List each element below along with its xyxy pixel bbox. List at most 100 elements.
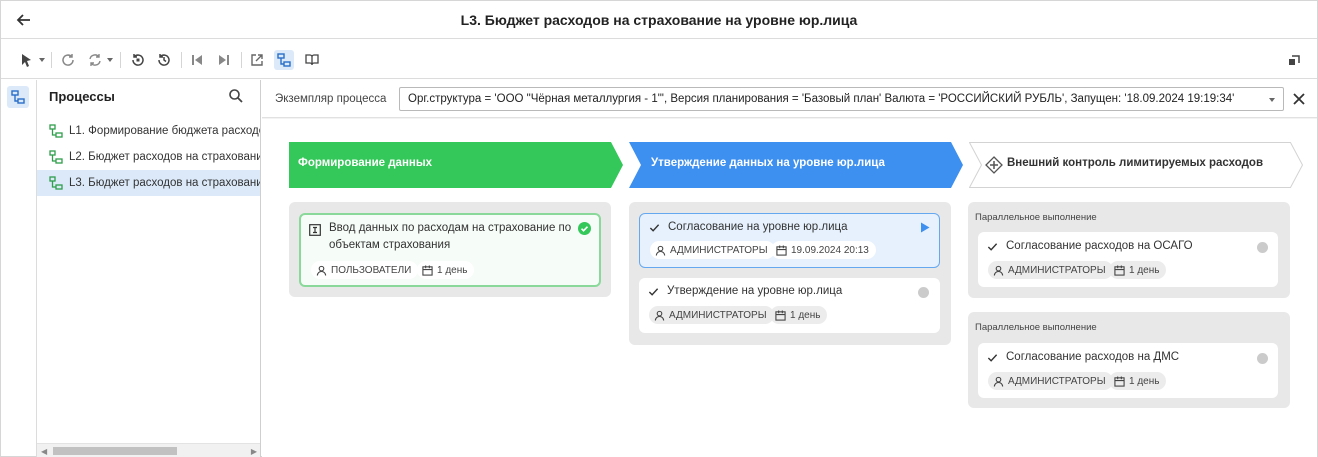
toolbar-divider <box>120 52 121 68</box>
scrollbar-thumb[interactable] <box>53 447 177 455</box>
instance-label: Экземпляр процесса <box>275 93 387 105</box>
task-card-input-data[interactable]: Ввод данных по расходам на страхование п… <box>299 213 601 287</box>
parallel-group-2: Параллельное выполнение Согласование рас… <box>968 312 1290 408</box>
stage-header-1[interactable]: Формирование данных <box>289 142 623 188</box>
pointer-dropdown-caret[interactable] <box>39 58 45 62</box>
instance-select-value: Орг.структура = 'ООО "Чёрная металлургия… <box>408 93 1235 105</box>
form-icon <box>309 224 321 236</box>
duration-text: 1 день <box>790 309 821 321</box>
app-window: L3. Бюджет расходов на страхование на ур… <box>0 0 1318 457</box>
process-list: L1. Формирование бюджета расходов на стр… <box>37 118 261 196</box>
step-forward-button[interactable] <box>214 50 234 70</box>
duration-text: 1 день <box>437 264 468 276</box>
user-icon <box>655 245 666 256</box>
stage-label: Формирование данных <box>298 157 433 169</box>
task-card-approval-legal[interactable]: Согласование на уровне юр.лица АДМИНИСТР… <box>639 213 940 268</box>
role-chip: ПОЛЬЗОВАТЕЛИ <box>311 261 419 279</box>
book-icon <box>305 54 319 66</box>
refresh-button[interactable] <box>58 50 78 70</box>
stage-label: Внешний контроль лимитируемых расходов <box>1007 157 1264 169</box>
sync-button[interactable] <box>85 50 105 70</box>
main-area: Экземпляр процесса Орг.структура = 'ООО … <box>262 80 1317 457</box>
task-title: Утверждение на уровне юр.лица <box>667 285 843 297</box>
process-item-l3[interactable]: L3. Бюджет расходов на страхование <box>37 170 260 196</box>
restart-button[interactable] <box>128 50 148 70</box>
process-item-l2[interactable]: L2. Бюджет расходов на страхование <box>37 144 261 170</box>
step-back-icon <box>192 55 202 65</box>
task-card-osago[interactable]: Согласование расходов на ОСАГО АДМИНИСТР… <box>978 232 1278 287</box>
stage-body-1: Ввод данных по расходам на страхование п… <box>289 202 611 297</box>
stage-label: Утверждение данных на уровне юр.лица <box>651 157 885 169</box>
calendar-icon <box>422 264 433 276</box>
check-circle-icon <box>578 222 591 235</box>
sync-icon <box>89 54 101 66</box>
instance-bar: Экземпляр процесса Орг.структура = 'ООО … <box>262 80 1317 118</box>
role-chip: АДМИНИСТРАТОРЫ <box>650 241 775 259</box>
check-icon <box>649 224 660 232</box>
restart-icon <box>132 54 144 66</box>
scroll-right-arrow-icon[interactable]: ▶ <box>251 447 257 456</box>
duration-chip: 1 день <box>1109 372 1167 390</box>
process-item-label: L2. Бюджет расходов на страхование <box>69 151 261 163</box>
open-external-button[interactable] <box>247 50 267 70</box>
check-icon <box>987 354 998 362</box>
documentation-button[interactable] <box>302 50 322 70</box>
sync-dropdown-caret[interactable] <box>107 58 113 62</box>
user-icon <box>993 376 1004 387</box>
stage-header-3[interactable]: Внешний контроль лимитируемых расходов <box>969 142 1303 188</box>
process-tree-icon <box>11 90 25 104</box>
exit-fullscreen-button[interactable] <box>1284 50 1304 70</box>
window-restore-icon <box>1289 55 1300 65</box>
task-title: Согласование расходов на ДМС <box>1006 351 1180 363</box>
stage-header-2[interactable]: Утверждение данных на уровне юр.лица <box>629 142 963 188</box>
process-icon <box>49 124 63 138</box>
search-icon[interactable] <box>228 88 244 104</box>
duration-text: 1 день <box>1129 264 1160 276</box>
title-bar: L3. Бюджет расходов на страхование на ур… <box>1 1 1317 39</box>
role-chip: АДМИНИСТРАТОРЫ <box>649 306 774 324</box>
task-card-dms[interactable]: Согласование расходов на ДМС АДМИНИСТРАТ… <box>978 343 1278 398</box>
calendar-icon <box>1114 264 1125 276</box>
pending-status-dot <box>1257 353 1268 364</box>
role-chip: АДМИНИСТРАТОРЫ <box>988 261 1113 279</box>
page-title: L3. Бюджет расходов на страхование на ур… <box>460 12 858 28</box>
task-title: Согласование на уровне юр.лица <box>668 221 848 233</box>
role-chip: АДМИНИСТРАТОРЫ <box>988 372 1113 390</box>
duration-chip: 1 день <box>417 261 475 279</box>
calendar-icon <box>776 244 787 256</box>
history-button[interactable] <box>154 50 174 70</box>
process-icon <box>49 150 63 164</box>
pending-status-dot <box>1257 242 1268 253</box>
cursor-icon <box>22 54 31 67</box>
left-icon-strip <box>1 80 37 457</box>
toolbar-divider <box>241 52 242 68</box>
parallel-group-1: Параллельное выполнение Согласование рас… <box>968 202 1290 298</box>
check-icon <box>648 288 659 296</box>
duration-chip: 1 день <box>1109 261 1167 279</box>
scroll-left-arrow-icon[interactable]: ◀ <box>41 447 47 456</box>
role-text: ПОЛЬЗОВАТЕЛИ <box>331 264 412 276</box>
processes-title: Процессы <box>49 89 115 104</box>
duration-text: 1 день <box>1129 375 1160 387</box>
history-icon <box>158 54 170 66</box>
process-item-l1[interactable]: L1. Формирование бюджета расходов на стр… <box>37 118 260 144</box>
play-icon[interactable] <box>920 222 930 233</box>
date-chip: 19.09.2024 20:13 <box>771 241 876 259</box>
horizontal-scrollbar[interactable]: ◀ ▶ <box>37 443 260 457</box>
pointer-tool-button[interactable] <box>17 50 37 70</box>
role-text: АДМИНИСТРАТОРЫ <box>1008 264 1106 276</box>
stage-body-2: Согласование на уровне юр.лица АДМИНИСТР… <box>629 202 951 345</box>
toolbar-divider <box>181 52 182 68</box>
step-back-button[interactable] <box>187 50 207 70</box>
external-link-icon <box>251 54 263 66</box>
calendar-icon <box>775 309 786 321</box>
role-text: АДМИНИСТРАТОРЫ <box>670 244 768 256</box>
task-card-approve-legal[interactable]: Утверждение на уровне юр.лица АДМИНИСТРА… <box>639 278 940 333</box>
close-icon[interactable] <box>1292 92 1306 106</box>
step-forward-icon <box>219 55 229 65</box>
check-icon <box>987 243 998 251</box>
role-text: АДМИНИСТРАТОРЫ <box>669 309 767 321</box>
process-tree-button[interactable] <box>274 50 294 70</box>
processes-panel-toggle[interactable] <box>7 86 29 108</box>
instance-select[interactable]: Орг.структура = 'ООО "Чёрная металлургия… <box>399 87 1284 111</box>
